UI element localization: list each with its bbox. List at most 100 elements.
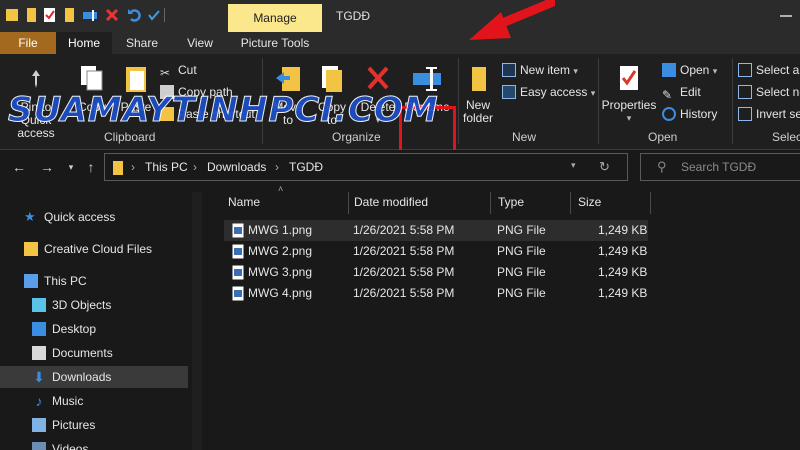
new-folder-button[interactable]: New folder xyxy=(460,64,496,125)
new-group-label: New xyxy=(512,130,537,144)
checkmark-icon[interactable] xyxy=(146,7,162,23)
search-box[interactable]: ⚲ Search TGDĐ xyxy=(640,153,800,181)
up-arrow-icon[interactable]: ↑ xyxy=(82,158,100,176)
forward-arrow-icon[interactable]: → xyxy=(38,158,56,176)
refresh-icon[interactable]: ↻ xyxy=(599,159,610,175)
new-item-button[interactable]: New item ▾ xyxy=(502,60,578,80)
table-row[interactable]: MWG 4.png 1/26/2021 5:58 PM PNG File 1,2… xyxy=(224,283,648,304)
properties-icon[interactable] xyxy=(42,7,58,23)
rename-icon[interactable] xyxy=(82,7,98,23)
open-button[interactable]: Open ▾ xyxy=(662,60,717,80)
table-row[interactable]: MWG 3.png 1/26/2021 5:58 PM PNG File 1,2… xyxy=(224,262,648,283)
nav-item-creative-cloud[interactable]: Creative Cloud Files xyxy=(0,238,188,260)
nav-item-documents[interactable]: Documents xyxy=(0,342,188,364)
file-size: 1,249 KB xyxy=(598,286,648,300)
search-placeholder[interactable]: Search TGDĐ xyxy=(681,160,756,174)
folder-icon xyxy=(27,8,36,22)
invert-selection-icon xyxy=(738,107,752,121)
breadcrumb-this-pc[interactable]: This PC xyxy=(145,160,188,174)
column-divider[interactable] xyxy=(650,192,651,214)
copy-icon xyxy=(81,66,103,91)
invert-selection-label: Invert selection xyxy=(756,107,800,121)
table-row[interactable]: MWG 1.png 1/26/2021 5:58 PM PNG File 1,2… xyxy=(224,220,648,241)
pictures-icon xyxy=(32,418,46,432)
new-folder-label-line2: folder xyxy=(462,111,494,125)
tab-home[interactable]: Home xyxy=(56,32,112,54)
separator xyxy=(164,8,165,22)
nav-item-3d-objects[interactable]: 3D Objects xyxy=(0,294,188,316)
chevron-down-icon: ▾ xyxy=(573,66,578,76)
back-arrow-icon[interactable]: ← xyxy=(10,158,28,176)
select-all-button[interactable]: Select all xyxy=(738,60,800,80)
tab-picture-tools[interactable]: Picture Tools xyxy=(228,32,322,54)
music-icon: ♪ xyxy=(35,393,43,409)
undo-icon[interactable] xyxy=(126,7,142,23)
nav-label: Downloads xyxy=(52,370,112,384)
nav-label: Videos xyxy=(52,442,89,450)
chevron-down-icon[interactable]: ▾ xyxy=(571,160,576,171)
chevron-down-icon[interactable]: ▾ xyxy=(62,158,80,176)
watermark-logo: SUAMAYTINHPCI.COM xyxy=(8,90,439,131)
select-all-icon xyxy=(738,63,752,77)
breadcrumb-chevron-icon[interactable]: › xyxy=(131,160,135,174)
file-name[interactable]: MWG 2.png xyxy=(248,241,312,262)
breadcrumb-chevron-icon[interactable]: › xyxy=(275,160,279,174)
breadcrumb-downloads[interactable]: Downloads xyxy=(207,160,266,174)
cut-button[interactable]: ✂ Cut xyxy=(160,60,197,80)
column-divider[interactable] xyxy=(570,192,571,214)
computer-icon xyxy=(24,274,38,288)
organize-group-label: Organize xyxy=(332,130,381,144)
column-date-modified[interactable]: Date modified xyxy=(354,190,428,214)
delete-icon[interactable] xyxy=(104,7,120,23)
ribbon-tab-row: File Home Share View Picture Tools xyxy=(0,32,800,54)
address-bar[interactable]: › This PC › Downloads › TGDĐ ▾ ↻ xyxy=(104,153,628,181)
column-divider[interactable] xyxy=(348,192,349,214)
separator xyxy=(458,58,459,144)
chevron-down-icon: ▾ xyxy=(590,88,596,98)
properties-button[interactable]: Properties ▾ xyxy=(600,64,658,125)
history-button[interactable]: History xyxy=(662,104,717,124)
edit-icon: ✎ xyxy=(662,88,673,102)
column-name[interactable]: Name xyxy=(228,190,260,214)
tab-share[interactable]: Share xyxy=(112,32,172,54)
nav-item-pictures[interactable]: Pictures xyxy=(0,414,188,436)
nav-item-videos[interactable]: Videos xyxy=(0,438,188,450)
desktop-icon xyxy=(32,322,46,336)
file-name[interactable]: MWG 4.png xyxy=(248,283,312,304)
file-name[interactable]: MWG 3.png xyxy=(248,262,312,283)
separator xyxy=(598,58,599,144)
column-type[interactable]: Type xyxy=(498,190,524,214)
nav-label: Desktop xyxy=(52,322,97,336)
tab-view[interactable]: View xyxy=(172,32,228,54)
nav-label: This PC xyxy=(44,274,87,288)
red-arrow-annotation xyxy=(469,0,555,40)
table-row[interactable]: MWG 2.png 1/26/2021 5:58 PM PNG File 1,2… xyxy=(224,241,648,262)
nav-item-quick-access[interactable]: ★ Quick access xyxy=(0,206,188,228)
invert-selection-button[interactable]: Invert selection xyxy=(738,104,800,124)
open-group-label: Open xyxy=(648,130,678,144)
clipboard-group-label: Clipboard xyxy=(104,130,156,144)
column-divider[interactable] xyxy=(490,192,491,214)
navigation-scrollbar[interactable] xyxy=(192,192,202,450)
nav-item-downloads[interactable]: ⬇ Downloads xyxy=(0,366,188,388)
easy-access-button[interactable]: Easy access ▾ xyxy=(502,82,595,102)
select-none-button[interactable]: Select none xyxy=(738,82,800,102)
new-folder-icon[interactable] xyxy=(62,7,78,23)
nav-item-this-pc[interactable]: This PC xyxy=(0,270,188,292)
file-type: PNG File xyxy=(497,244,546,258)
nav-label: Creative Cloud Files xyxy=(44,242,153,256)
breadcrumb-chevron-icon[interactable]: › xyxy=(193,160,197,174)
tab-manage[interactable]: Manage xyxy=(228,4,322,32)
chevron-down-icon: ▾ xyxy=(712,66,718,76)
tab-file[interactable]: File xyxy=(0,32,56,54)
minimize-icon[interactable] xyxy=(776,6,796,26)
nav-item-desktop[interactable]: Desktop xyxy=(0,318,188,340)
nav-item-music[interactable]: ♪ Music xyxy=(0,390,188,412)
new-folder-icon xyxy=(472,67,486,91)
breadcrumb-tgdd[interactable]: TGDĐ xyxy=(289,160,323,174)
edit-button[interactable]: ✎ Edit xyxy=(662,82,701,102)
file-date: 1/26/2021 5:58 PM xyxy=(353,223,455,237)
file-name[interactable]: MWG 1.png xyxy=(248,220,312,241)
column-size[interactable]: Size xyxy=(578,190,601,214)
cube-icon xyxy=(32,298,46,312)
